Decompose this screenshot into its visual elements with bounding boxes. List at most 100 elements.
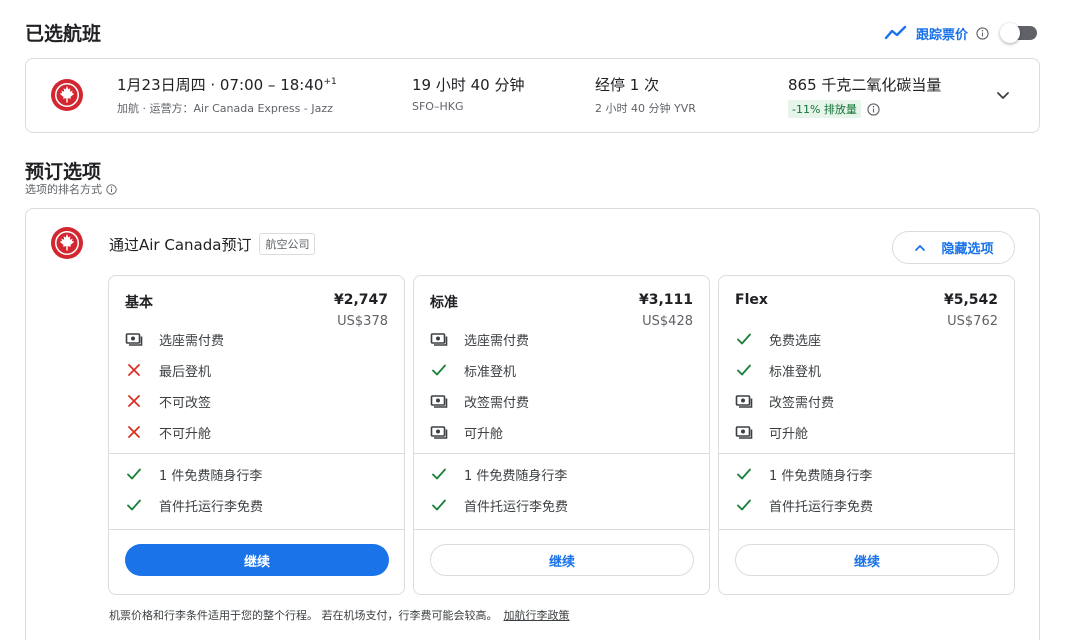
- fare-feature: 可升舱: [430, 422, 503, 442]
- check-icon: [737, 499, 751, 511]
- baggage-policy-link[interactable]: 加航行李政策: [504, 609, 570, 622]
- baggage-footer-note: 机票价格和行李条件适用于您的整个行程。 若在机场支付，行李费可能会较高。 加航行李…: [109, 607, 570, 623]
- fare-card: Flex ¥5,542 US$762 免费选座 标准登机 改签需付费 可升舱 1 件免费随身行…: [718, 275, 1015, 595]
- fare-feature-text: 改签需付费: [769, 395, 835, 411]
- info-icon[interactable]: [976, 26, 989, 40]
- fare-divider: [414, 529, 709, 530]
- fare-feature: 标准登机: [430, 360, 516, 380]
- trend-icon: [884, 25, 907, 40]
- fare-feature-text: 免费选座: [769, 333, 822, 349]
- footer-note-text: 机票价格和行李条件适用于您的整个行程。 若在机场支付，行李费可能会较高。: [109, 609, 498, 622]
- air-canada-logo-icon: [51, 79, 83, 111]
- check-icon: [737, 364, 751, 376]
- fare-baggage-text: 首件托运行李免费: [159, 499, 264, 515]
- booking-provider: 通过Air Canada预订 航空公司: [109, 233, 316, 255]
- flight-duration-block: 19 小时 40 分钟 SFO–HKG: [412, 74, 524, 113]
- emission-badge: -11% 排放量: [788, 100, 861, 118]
- cross-icon: [128, 364, 140, 376]
- track-price-label[interactable]: 跟踪票价: [916, 24, 968, 43]
- day-offset: +1: [323, 77, 337, 87]
- fare-feature-text: 标准登机: [464, 364, 517, 380]
- flight-emissions: 865 千克二氧化碳当量: [788, 76, 942, 94]
- fare-baggage: 首件托运行李免费: [735, 495, 873, 515]
- fare-baggage-text: 1 件免费随身行李: [464, 468, 568, 484]
- fare-feature: 不可升舱: [125, 422, 211, 442]
- track-price-control[interactable]: 跟踪票价: [884, 20, 1037, 46]
- fare-price-usd: US$428: [642, 314, 693, 329]
- continue-button[interactable]: 继续: [735, 544, 999, 576]
- flight-stops: 经停 1 次: [595, 76, 660, 94]
- flight-layover: 2 小时 40 分钟 YVR: [595, 102, 696, 115]
- fare-baggage: 1 件免费随身行李: [430, 464, 567, 484]
- fare-feature: 选座需付费: [430, 329, 529, 349]
- check-icon: [432, 364, 446, 376]
- money-icon: [735, 426, 753, 439]
- flight-route: SFO–HKG: [412, 100, 464, 113]
- check-icon: [737, 468, 751, 480]
- fare-price: ¥3,111: [638, 292, 693, 308]
- check-icon: [432, 499, 446, 511]
- flight-datetime: 1月23日周四 · 07:00 – 18:40: [117, 76, 324, 94]
- sort-info-icon[interactable]: [106, 183, 117, 195]
- fare-name: 标准: [430, 295, 458, 311]
- money-icon: [430, 333, 448, 346]
- fare-baggage-text: 首件托运行李免费: [464, 499, 569, 515]
- continue-button[interactable]: 继续: [430, 544, 694, 576]
- fare-feature: 选座需付费: [125, 329, 224, 349]
- emissions-sub: -11% 排放量: [788, 100, 941, 118]
- cross-icon: [128, 395, 140, 407]
- fare-feature: 免费选座: [735, 329, 821, 349]
- fare-baggage: 1 件免费随身行李: [735, 464, 872, 484]
- fare-price: ¥2,747: [333, 292, 388, 308]
- fare-baggage: 首件托运行李免费: [125, 495, 263, 515]
- fare-feature: 改签需付费: [735, 391, 834, 411]
- fare-baggage-text: 1 件免费随身行李: [159, 468, 263, 484]
- emissions-info-icon[interactable]: [867, 102, 880, 116]
- money-icon: [430, 395, 448, 408]
- air-canada-logo-icon: [51, 227, 83, 259]
- fare-feature-text: 选座需付费: [464, 333, 530, 349]
- hide-options-button[interactable]: 隐藏选项: [892, 231, 1015, 264]
- chevron-down-icon[interactable]: [993, 85, 1013, 105]
- fare-feature-text: 标准登机: [769, 364, 822, 380]
- fare-price: ¥5,542: [943, 292, 998, 308]
- hide-options-label: 隐藏选项: [941, 242, 994, 257]
- check-icon: [127, 468, 141, 480]
- flight-operator: 加航 · 运营方：Air Canada Express - Jazz: [117, 102, 333, 115]
- fare-baggage-text: 1 件免费随身行李: [769, 468, 873, 484]
- chevron-up-icon: [915, 244, 926, 251]
- fare-feature: 最后登机: [125, 360, 211, 380]
- fare-name: 基本: [125, 295, 153, 311]
- money-icon: [125, 333, 143, 346]
- flight-stops-block: 经停 1 次 2 小时 40 分钟 YVR: [595, 74, 696, 116]
- fare-feature: 可升舱: [735, 422, 808, 442]
- fare-divider: [719, 529, 1014, 530]
- booking-options-title: 预订选项: [25, 161, 102, 183]
- track-price-toggle[interactable]: [1000, 23, 1037, 43]
- flight-emissions-block: 865 千克二氧化碳当量 -11% 排放量: [788, 74, 941, 118]
- check-icon: [737, 333, 751, 345]
- selected-flight-card[interactable]: 1月23日周四 · 07:00 – 18:40+1 加航 · 运营方：Air C…: [25, 58, 1040, 133]
- booking-option-card: 通过Air Canada预订 航空公司 隐藏选项 基本 ¥2,747 US$378 选…: [25, 208, 1040, 640]
- selected-flight-title: 已选航班: [25, 23, 102, 45]
- fare-card: 标准 ¥3,111 US$428 选座需付费标准登机改签需付费可升舱 1 件免费随身行李…: [413, 275, 710, 595]
- flight-duration: 19 小时 40 分钟: [412, 76, 525, 94]
- fare-baggage-text: 首件托运行李免费: [769, 499, 874, 515]
- fare-baggage: 首件托运行李免费: [430, 495, 568, 515]
- check-icon: [127, 499, 141, 511]
- fare-feature-text: 可升舱: [769, 426, 809, 442]
- fare-feature: 改签需付费: [430, 391, 529, 411]
- toggle-knob: [1000, 23, 1020, 43]
- fare-price-usd: US$378: [337, 314, 388, 329]
- continue-button[interactable]: 继续: [125, 544, 389, 576]
- money-icon: [735, 395, 753, 408]
- fare-feature-text: 不可升舱: [159, 426, 212, 442]
- sort-explainer[interactable]: 选项的排名方式: [25, 181, 117, 197]
- fare-feature: 标准登机: [735, 360, 821, 380]
- check-icon: [432, 468, 446, 480]
- fare-name: Flex: [735, 292, 768, 308]
- fare-feature-text: 选座需付费: [159, 333, 225, 349]
- fare-divider: [109, 453, 404, 454]
- fare-card: 基本 ¥2,747 US$378 选座需付费 最后登机 不可改签 不可升舱 1 件免费随身行李…: [108, 275, 405, 595]
- fare-divider: [414, 453, 709, 454]
